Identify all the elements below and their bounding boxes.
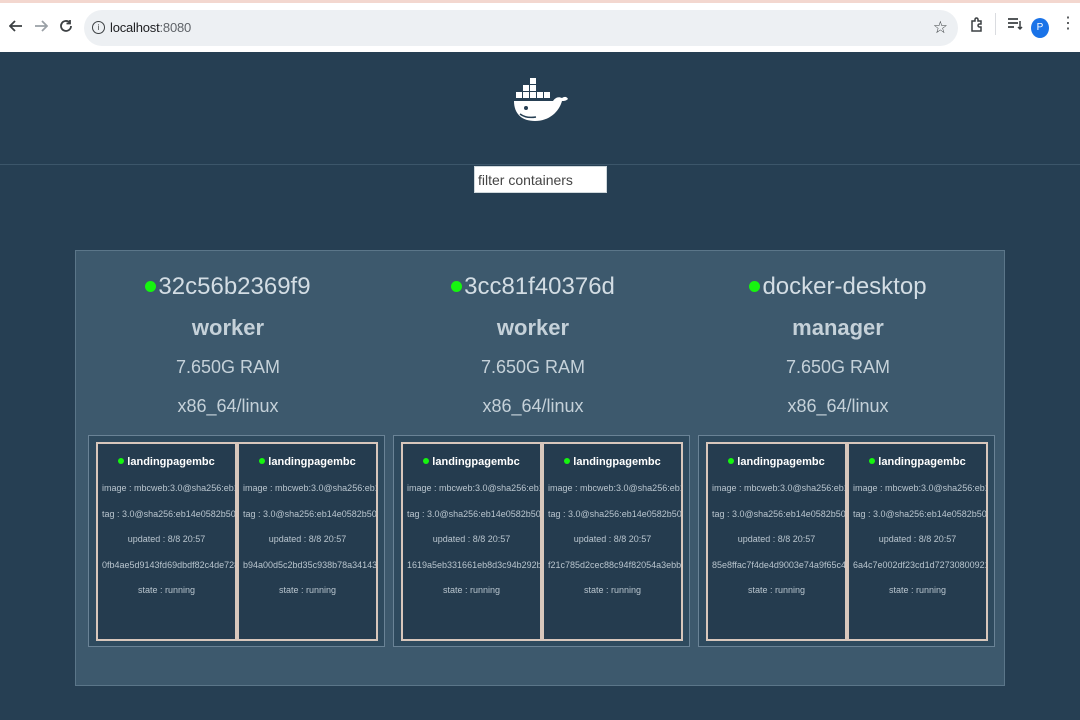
profile-avatar[interactable]: P [1031, 18, 1049, 38]
task-name: landingpagembc [403, 456, 540, 468]
task-id: 6a4c7e002df23cd1d72730800921d9bfc92 [853, 560, 986, 570]
task-state: state : running [278, 585, 337, 595]
task-image: image : mbcweb:3.0@sha256:eb14e0582b50fe… [243, 483, 376, 493]
task-name: landingpagembc [544, 456, 681, 468]
task-name-text: landingpagembc [127, 456, 215, 468]
url-host: localhost [110, 20, 160, 35]
task-card[interactable]: landingpagembc image : mbcweb:3.0@sha256… [847, 442, 988, 641]
task-tag: tag : 3.0@sha256:eb14e0582b50fe758ca2 [712, 509, 846, 519]
task-card[interactable]: landingpagembc image : mbcweb:3.0@sha256… [706, 442, 847, 641]
node-name: 3cc81f40376d [381, 273, 685, 301]
task-tag: tag : 3.0@sha256:eb14e0582b50fe758ca2 [548, 509, 682, 519]
node-tasks: landingpagembc image : mbcweb:3.0@sha256… [88, 435, 385, 647]
filter-containers-input[interactable] [474, 166, 607, 193]
docker-whale-logo [512, 78, 568, 139]
task-image: image : mbcweb:3.0@sha256:eb14e0582b50fe… [712, 483, 845, 493]
node-card: 3cc81f40376d worker 7.650G RAM x86_64/li… [381, 251, 690, 651]
node-card: 32c56b2369f9 worker 7.650G RAM x86_64/li… [76, 251, 385, 651]
node-name-text: docker-desktop [762, 273, 927, 300]
task-id: f21c785d2cec88c94f82054a3ebb746b1e2 [548, 560, 682, 570]
node-status-dot [451, 281, 463, 292]
task-image: image : mbcweb:3.0@sha256:eb14e0582b50fe… [102, 483, 235, 493]
task-id: 85e8ffac7f4de4d9003e74a9f65c4d28729 [712, 560, 846, 570]
task-card[interactable]: landingpagembc image : mbcweb:3.0@sha256… [237, 442, 378, 641]
node-name-text: 32c56b2369f9 [158, 273, 311, 300]
task-updated: updated : 8/8 20:57 [432, 534, 511, 544]
address-bar[interactable]: i localhost:8080 ☆ [84, 10, 958, 46]
task-status-dot [869, 458, 876, 464]
task-state: state : running [442, 585, 501, 595]
task-id: 0fb4ae5d9143fd69dbdf82c4de728d6a90f [102, 560, 235, 570]
task-state: state : running [888, 585, 947, 595]
task-status-dot [259, 458, 266, 464]
task-tag: tag : 3.0@sha256:eb14e0582b50fe758ca2 [243, 509, 377, 519]
back-arrow-icon[interactable] [5, 15, 27, 37]
visualizer-header [0, 52, 1080, 165]
task-tag: tag : 3.0@sha256:eb14e0582b50fe758ca2 [102, 509, 236, 519]
node-arch: x86_64/linux [482, 396, 584, 416]
menu-kebab-icon[interactable]: ⋮ [1060, 16, 1076, 32]
node-name: docker-desktop [686, 273, 990, 301]
task-updated: updated : 8/8 20:57 [573, 534, 652, 544]
task-name: landingpagembc [98, 456, 235, 468]
task-name: landingpagembc [849, 456, 986, 468]
task-status-dot [728, 458, 735, 464]
node-name: 32c56b2369f9 [76, 273, 380, 301]
task-name-text: landingpagembc [737, 456, 825, 468]
url-text[interactable]: localhost:8080 [110, 20, 191, 35]
task-name-text: landingpagembc [268, 456, 356, 468]
task-updated: updated : 8/8 20:57 [878, 534, 957, 544]
bookmark-star-icon[interactable]: ☆ [933, 18, 948, 38]
node-name-text: 3cc81f40376d [464, 273, 615, 300]
task-tag: tag : 3.0@sha256:eb14e0582b50fe758ca2 [407, 509, 541, 519]
task-card[interactable]: landingpagembc image : mbcweb:3.0@sha256… [401, 442, 542, 641]
node-ram: 7.650G RAM [480, 357, 586, 377]
task-state: state : running [583, 585, 642, 595]
node-role: manager [792, 315, 884, 340]
task-state: state : running [137, 585, 196, 595]
node-role: worker [496, 315, 570, 340]
task-name-text: landingpagembc [878, 456, 966, 468]
task-status-dot [118, 458, 125, 464]
node-card: docker-desktop manager 7.650G RAM x86_64… [686, 251, 995, 651]
node-arch: x86_64/linux [787, 396, 889, 416]
toolbar-divider [995, 13, 996, 35]
node-status-dot [749, 281, 761, 292]
task-updated: updated : 8/8 20:57 [268, 534, 347, 544]
task-image: image : mbcweb:3.0@sha256:eb14e0582b50fe… [853, 483, 986, 493]
forward-arrow-icon[interactable] [30, 15, 52, 37]
task-status-dot [564, 458, 571, 464]
url-port: :8080 [159, 20, 192, 35]
task-card[interactable]: landingpagembc image : mbcweb:3.0@sha256… [96, 442, 237, 641]
task-updated: updated : 8/8 20:57 [127, 534, 206, 544]
site-info-icon[interactable]: i [92, 21, 105, 34]
node-role: worker [191, 315, 265, 340]
node-tasks: landingpagembc image : mbcweb:3.0@sha256… [698, 435, 995, 647]
browser-toolbar: i localhost:8080 ☆ P ⋮ [0, 0, 1080, 52]
node-tasks: landingpagembc image : mbcweb:3.0@sha256… [393, 435, 690, 647]
extensions-icon[interactable] [969, 17, 985, 39]
task-id: b94a00d5c2bd35c938b78a341431d3155f [243, 560, 378, 570]
task-tag: tag : 3.0@sha256:eb14e0582b50fe758ca2 [853, 509, 987, 519]
node-arch: x86_64/linux [177, 396, 279, 416]
task-updated: updated : 8/8 20:57 [737, 534, 816, 544]
node-ram: 7.650G RAM [175, 357, 281, 377]
cluster-panel: 32c56b2369f9 worker 7.650G RAM x86_64/li… [75, 250, 1005, 686]
task-name: landingpagembc [708, 456, 845, 468]
reading-list-icon[interactable] [1007, 17, 1023, 36]
task-name-text: landingpagembc [432, 456, 520, 468]
task-image: image : mbcweb:3.0@sha256:eb14e0582b50fe… [407, 483, 540, 493]
reload-icon[interactable] [55, 15, 77, 37]
task-image: image : mbcweb:3.0@sha256:eb14e0582b50fe… [548, 483, 681, 493]
task-name-text: landingpagembc [573, 456, 661, 468]
task-state: state : running [747, 585, 806, 595]
node-status-dot [145, 281, 157, 292]
task-id: 1619a5eb331661eb8d3c94b292bf677215 [407, 560, 542, 570]
task-status-dot [423, 458, 430, 464]
task-name: landingpagembc [239, 456, 376, 468]
task-card[interactable]: landingpagembc image : mbcweb:3.0@sha256… [542, 442, 683, 641]
node-ram: 7.650G RAM [785, 357, 891, 377]
